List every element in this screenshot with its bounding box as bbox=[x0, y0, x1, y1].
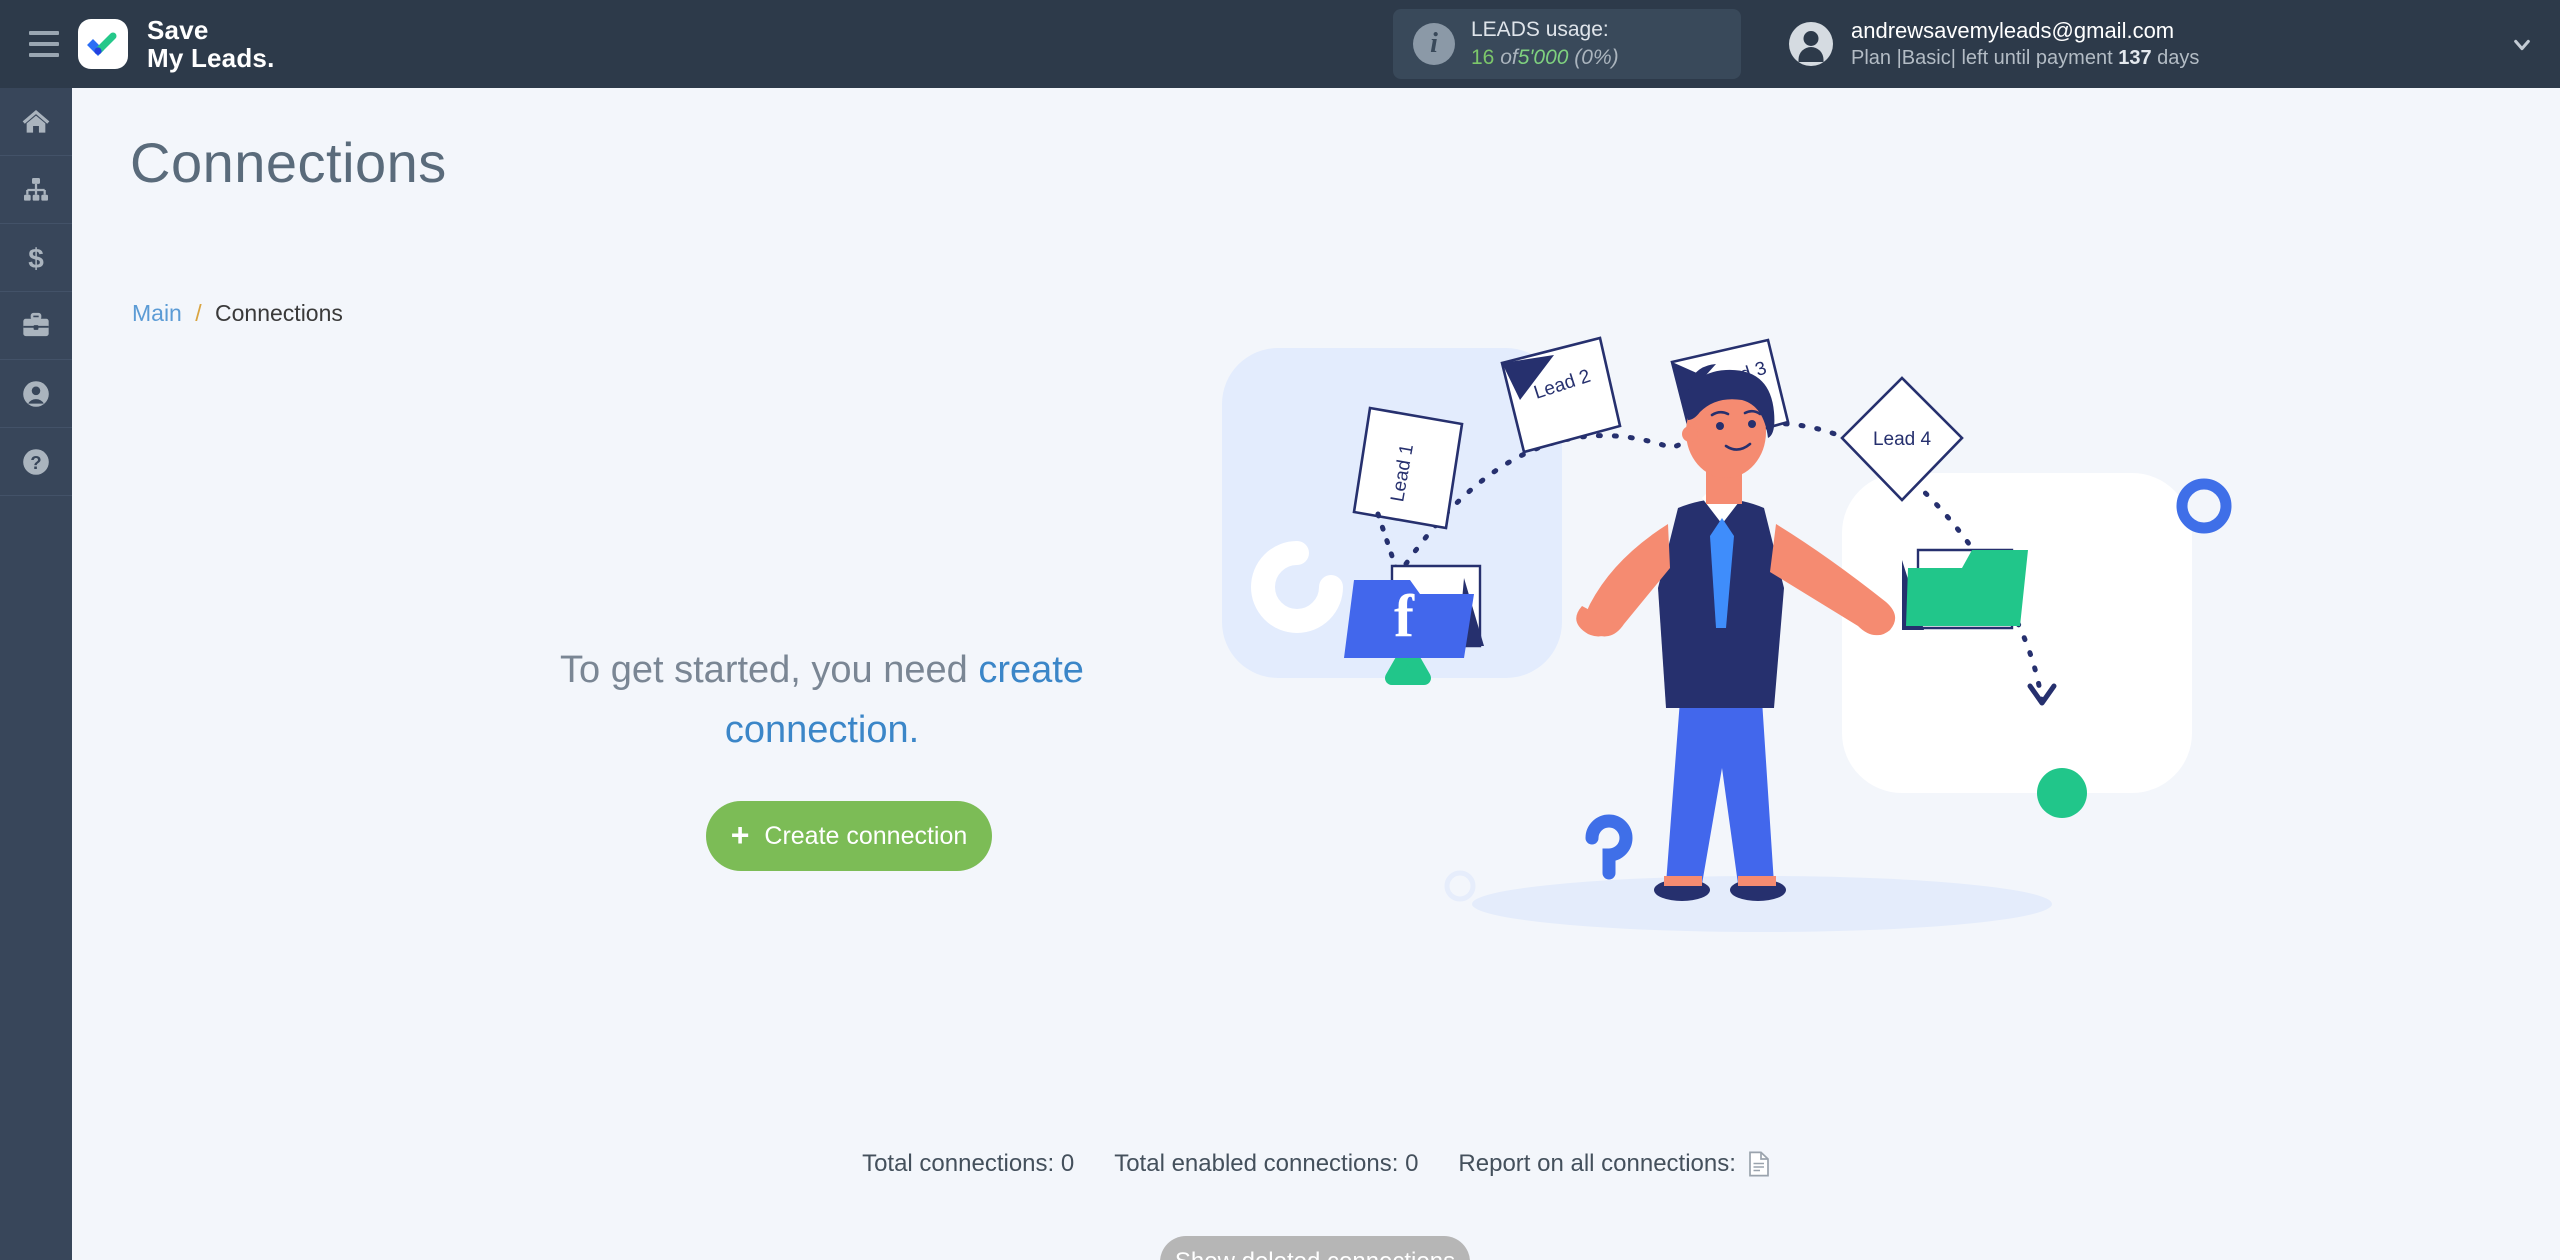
svg-text:f: f bbox=[1394, 583, 1415, 649]
plus-icon: + bbox=[730, 816, 750, 853]
right-panel-shape bbox=[1842, 473, 2192, 793]
green-folder-icon bbox=[1902, 548, 2028, 630]
chevron-down-icon[interactable] bbox=[2513, 36, 2531, 54]
checkmark-logo-icon bbox=[78, 19, 128, 69]
account-email: andrewsavemyleads@gmail.com bbox=[1851, 17, 2175, 43]
total-connections: Total connections: 0 bbox=[862, 1150, 1075, 1177]
plan-prefix: Plan | bbox=[1851, 47, 1902, 70]
svg-text:?: ? bbox=[30, 452, 41, 473]
breadcrumb: Main / Connections bbox=[132, 300, 343, 327]
burger-line bbox=[29, 31, 59, 35]
question-circle-icon: ? bbox=[23, 448, 49, 475]
usage-of: of bbox=[1500, 46, 1518, 69]
decorative-hook bbox=[1585, 814, 1633, 880]
empty-state-plain: To get started, you need bbox=[560, 649, 979, 691]
sidebar-item-help[interactable]: ? bbox=[0, 428, 72, 496]
breadcrumb-separator: / bbox=[195, 300, 202, 326]
usage-used: 16 bbox=[1471, 46, 1495, 69]
top-bar: Save My Leads. i LEADS usage: 16 of5'000… bbox=[0, 0, 2560, 88]
user-avatar-icon bbox=[1789, 22, 1833, 66]
svg-text:$: $ bbox=[28, 243, 44, 274]
account-plan: Plan |Basic| left until payment 137 days bbox=[1851, 45, 2199, 72]
decorative-light-ring bbox=[1444, 870, 1476, 902]
leads-usage-badge[interactable]: i LEADS usage: 16 of5'000 (0%) bbox=[1393, 9, 1741, 79]
create-connection-button[interactable]: + Create connection bbox=[706, 801, 992, 871]
sidebar-item-business[interactable] bbox=[0, 292, 72, 360]
plan-days: 137 bbox=[2118, 47, 2152, 70]
report-label: Report on all connections: bbox=[1458, 1150, 1736, 1177]
plan-days-suffix: days bbox=[2157, 47, 2200, 70]
connection-stats: Total connections: 0 Total enabled conne… bbox=[72, 1150, 2560, 1178]
total-enabled-connections: Total enabled connections: 0 bbox=[1114, 1150, 1419, 1177]
info-icon: i bbox=[1413, 23, 1455, 65]
usage-value: 16 of5'000 (0%) bbox=[1471, 44, 1619, 72]
user-circle-icon bbox=[23, 380, 49, 407]
main-content: Connections Main / Connections To get st… bbox=[72, 88, 2560, 1260]
page-title: Connections bbox=[130, 131, 447, 194]
brand-name-line1: Save bbox=[147, 14, 209, 45]
brand-name: Save My Leads. bbox=[147, 16, 275, 72]
usage-limit: 5'000 bbox=[1517, 46, 1569, 69]
plan-name: Basic bbox=[1901, 47, 1951, 70]
sidebar: $ ? bbox=[0, 88, 72, 1260]
burger-line bbox=[29, 42, 59, 46]
lead-card-1: Lead 1 bbox=[1352, 406, 1464, 530]
empty-state-text: To get started, you need create connecti… bbox=[492, 640, 1152, 760]
decorative-ring bbox=[2176, 478, 2232, 534]
sidebar-item-billing[interactable]: $ bbox=[0, 224, 72, 292]
show-deleted-connections-button[interactable]: Show deleted connections bbox=[1160, 1236, 1470, 1260]
usage-percent: (0%) bbox=[1574, 46, 1619, 69]
sidebar-item-home[interactable] bbox=[0, 88, 72, 156]
breadcrumb-current: Connections bbox=[215, 300, 343, 326]
hamburger-menu-icon[interactable] bbox=[0, 0, 88, 88]
svg-text:Lead 4: Lead 4 bbox=[1873, 429, 1932, 450]
brand-name-line2: My Leads. bbox=[147, 43, 275, 73]
decorative-green-dot bbox=[2037, 768, 2087, 818]
usage-title: LEADS usage: bbox=[1471, 18, 1609, 42]
sitemap-icon bbox=[24, 177, 48, 201]
brand-logo-block[interactable]: Save My Leads. bbox=[78, 16, 275, 72]
sidebar-item-account[interactable] bbox=[0, 360, 72, 428]
home-icon bbox=[22, 109, 50, 133]
burger-line bbox=[29, 53, 59, 57]
briefcase-icon bbox=[23, 312, 49, 336]
document-report-icon[interactable] bbox=[1748, 1151, 1770, 1177]
breadcrumb-root[interactable]: Main bbox=[132, 300, 182, 326]
account-menu[interactable]: andrewsavemyleads@gmail.com Plan |Basic|… bbox=[1775, 0, 2199, 88]
dollar-icon: $ bbox=[28, 243, 44, 274]
report-on-all-connections: Report on all connections: bbox=[1458, 1150, 1770, 1178]
plan-mid: | left until payment bbox=[1950, 47, 2113, 70]
create-connection-label: Create connection bbox=[764, 821, 968, 850]
sidebar-item-connections[interactable] bbox=[0, 156, 72, 224]
empty-state-illustration: Lead 1 Lead 2 Lead 3 Lead 4 bbox=[1202, 328, 2382, 1048]
